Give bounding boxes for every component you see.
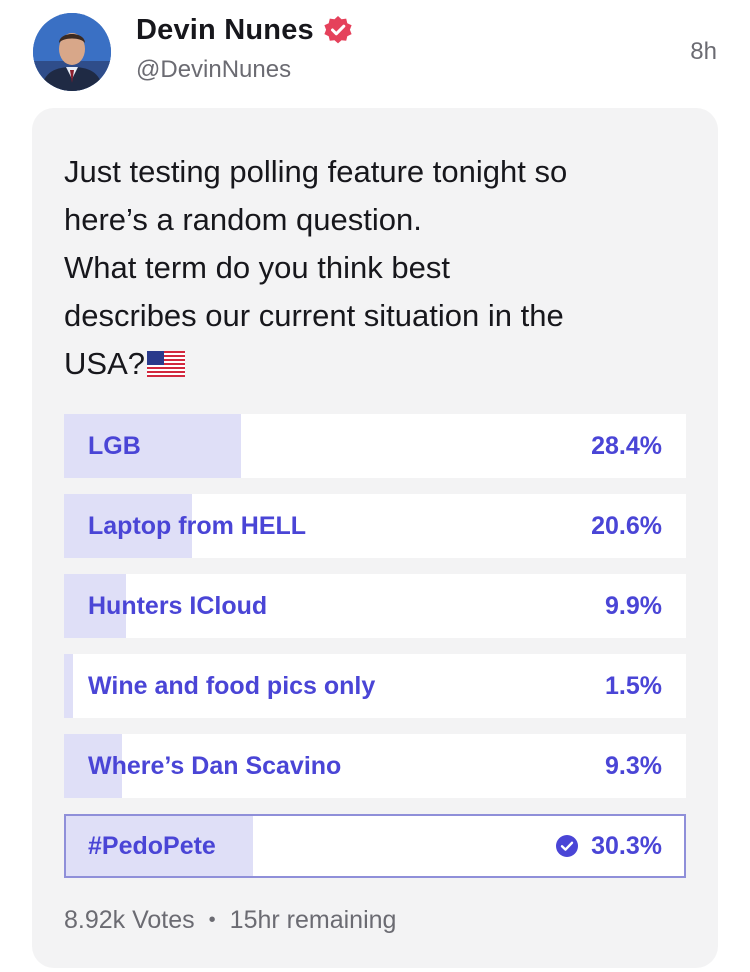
post-body: Just testing polling feature tonight so …	[64, 148, 694, 388]
poll-option-label: LGB	[88, 432, 141, 460]
poll-option-percent: 1.5%	[605, 671, 662, 700]
avatar[interactable]	[33, 13, 111, 91]
poll-option[interactable]: LGB 28.4%	[64, 414, 686, 478]
us-flag-icon	[146, 351, 185, 377]
check-circle-icon	[556, 835, 579, 857]
poll-option[interactable]: Laptop from HELL 20.6%	[64, 494, 686, 558]
poll: LGB 28.4% Laptop from HELL 20.6% Hunters…	[64, 414, 686, 894]
poll-option-percent: 9.3%	[605, 751, 662, 780]
poll-option[interactable]: Wine and food pics only 1.5%	[64, 654, 686, 718]
poll-option[interactable]: Where’s Dan Scavino 9.3%	[64, 734, 686, 798]
avatar-image	[33, 13, 111, 91]
author-name[interactable]: Devin Nunes	[136, 14, 314, 47]
post-card: Just testing polling feature tonight so …	[32, 108, 718, 968]
poll-option-percent: 9.9%	[605, 591, 662, 620]
poll-option-label: #PedoPete	[88, 832, 216, 860]
post-header: Devin Nunes @DevinNunes 8h	[0, 0, 750, 105]
separator-dot: •	[208, 909, 216, 931]
time-remaining: 15hr remaining	[229, 906, 397, 934]
poll-option-label: Hunters ICloud	[88, 592, 268, 620]
post-text: Just testing polling feature tonight so …	[64, 154, 568, 381]
author-name-row: Devin Nunes	[136, 14, 354, 47]
poll-option-percent: 20.6%	[591, 511, 662, 540]
poll-option-selected[interactable]: #PedoPete 30.3%	[64, 814, 686, 878]
poll-option-percent: 30.3%	[591, 831, 662, 860]
poll-option-percent: 28.4%	[591, 431, 662, 460]
author-handle[interactable]: @DevinNunes	[136, 56, 291, 84]
poll-option-label: Laptop from HELL	[88, 512, 307, 540]
poll-option-label: Where’s Dan Scavino	[88, 752, 342, 780]
post-timestamp: 8h	[690, 38, 717, 65]
vote-count: 8.92k Votes	[64, 906, 195, 934]
poll-footer: 8.92k Votes • 15hr remaining	[64, 906, 396, 935]
poll-option-label: Wine and food pics only	[88, 672, 376, 700]
poll-option-fill	[64, 654, 74, 718]
verified-badge-icon	[324, 15, 352, 43]
poll-option[interactable]: Hunters ICloud 9.9%	[64, 574, 686, 638]
